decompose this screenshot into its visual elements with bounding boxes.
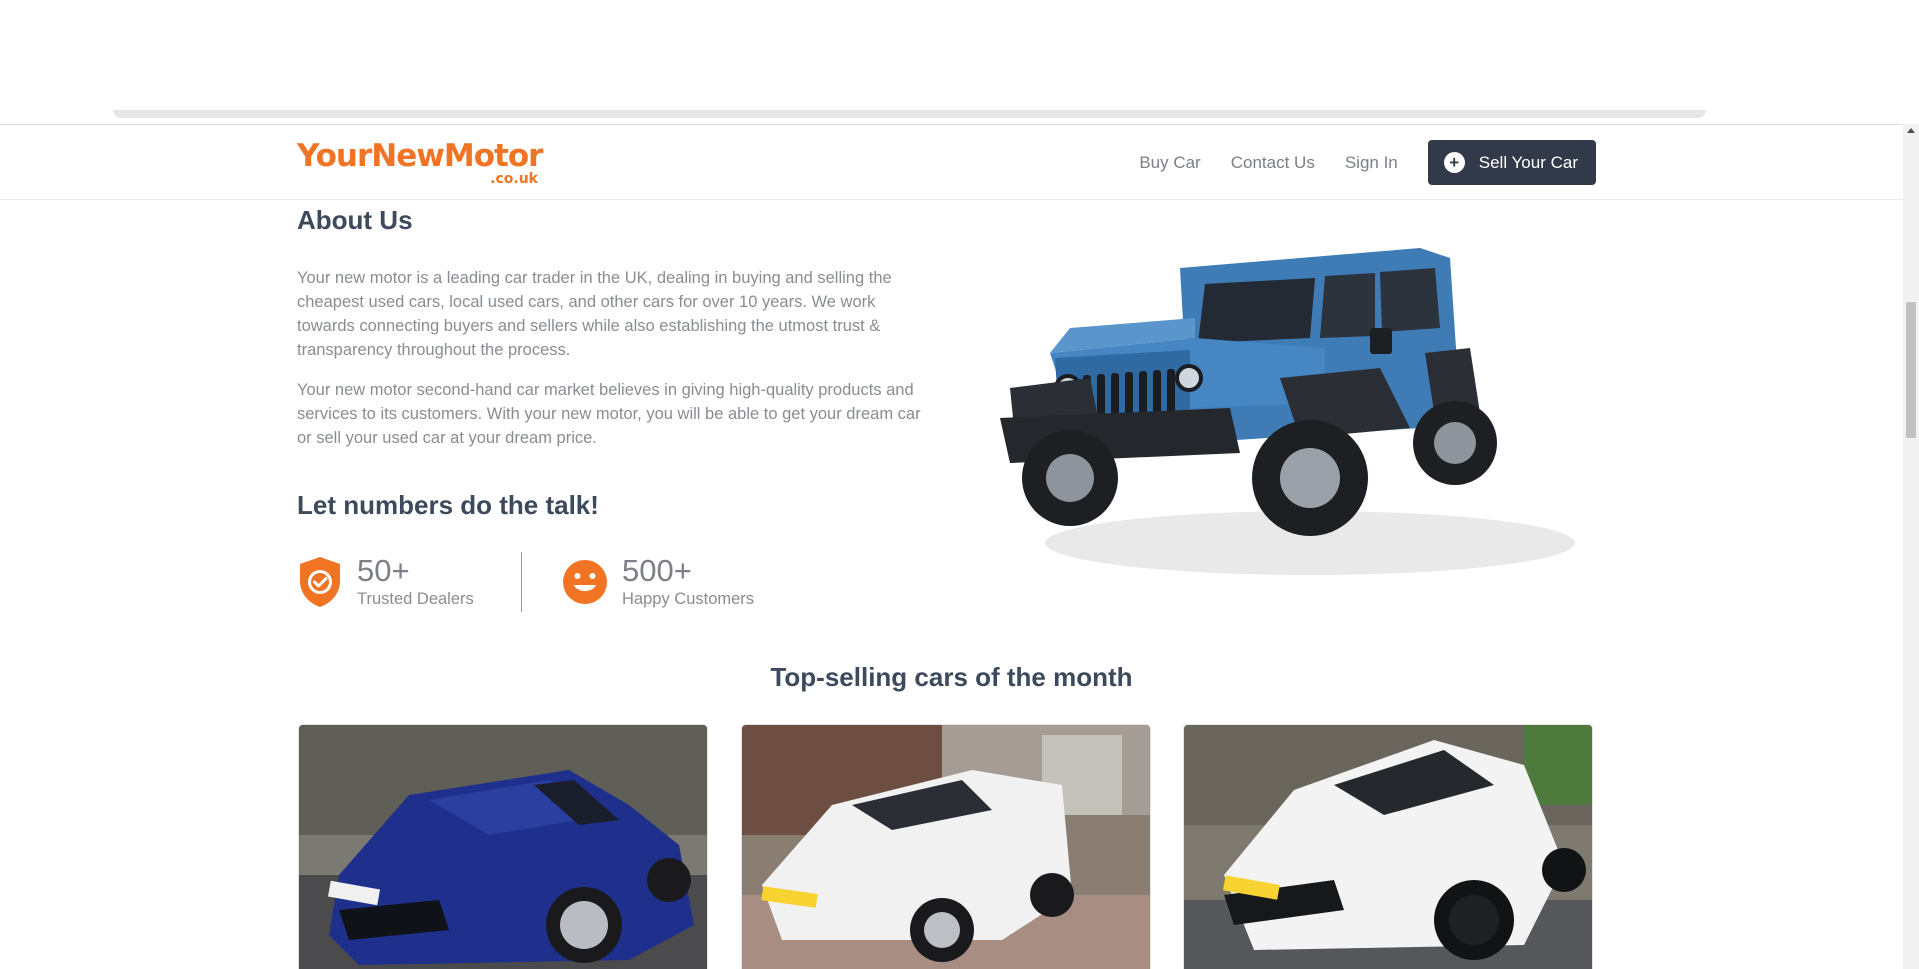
logo-sub-text: .co.uk bbox=[490, 171, 538, 187]
stat-label: Trusted Dealers bbox=[357, 590, 474, 608]
stat-label: Happy Customers bbox=[622, 590, 755, 608]
main-nav: Buy Car Contact Us Sign In + Sell Your C… bbox=[1139, 140, 1596, 185]
plus-circle-icon: + bbox=[1443, 152, 1465, 173]
top-blank-area bbox=[0, 0, 1919, 124]
car-card[interactable] bbox=[298, 724, 708, 969]
sell-button-label: Sell Your Car bbox=[1478, 152, 1578, 172]
nav-contact-us[interactable]: Contact Us bbox=[1231, 153, 1315, 173]
about-paragraph-1: Your new motor is a leading car trader i… bbox=[297, 269, 892, 359]
about-title: About Us bbox=[297, 205, 413, 235]
car-photo bbox=[742, 725, 1150, 969]
car-card[interactable] bbox=[741, 724, 1151, 969]
numbers-title: Let numbers do the talk! bbox=[297, 490, 599, 520]
scroll-thumb[interactable] bbox=[1906, 302, 1916, 438]
car-photo bbox=[299, 725, 707, 969]
top-selling-title: Top-selling cars of the month bbox=[770, 662, 1133, 692]
stat-trusted-dealers: 50+ Trusted Dealers bbox=[297, 551, 474, 613]
shield-check-icon bbox=[300, 557, 340, 607]
smiley-icon bbox=[563, 560, 607, 604]
car-photo bbox=[1184, 725, 1592, 969]
site-logo[interactable]: YourNewMotor .co.uk bbox=[297, 138, 543, 189]
nav-sign-in[interactable]: Sign In bbox=[1345, 153, 1398, 173]
shelf-divider bbox=[113, 110, 1706, 118]
scroll-up-arrow-icon[interactable] bbox=[1907, 128, 1915, 133]
site-header: YourNewMotor .co.uk Buy Car Contact Us S… bbox=[0, 124, 1903, 200]
stat-value: 50+ bbox=[357, 553, 410, 588]
car-card[interactable] bbox=[1183, 724, 1593, 969]
sell-your-car-button[interactable]: + Sell Your Car bbox=[1427, 140, 1596, 185]
stat-divider bbox=[521, 552, 522, 612]
page-scrollbar[interactable] bbox=[1903, 124, 1919, 969]
stat-value: 500+ bbox=[622, 553, 692, 588]
about-paragraph-2: Your new motor second-hand car market be… bbox=[297, 381, 921, 447]
nav-buy-car[interactable]: Buy Car bbox=[1139, 153, 1200, 173]
stat-happy-customers: 500+ Happy Customers bbox=[562, 551, 754, 613]
logo-main-text: YourNewMotor bbox=[297, 138, 543, 174]
jeep-image bbox=[1000, 248, 1575, 575]
